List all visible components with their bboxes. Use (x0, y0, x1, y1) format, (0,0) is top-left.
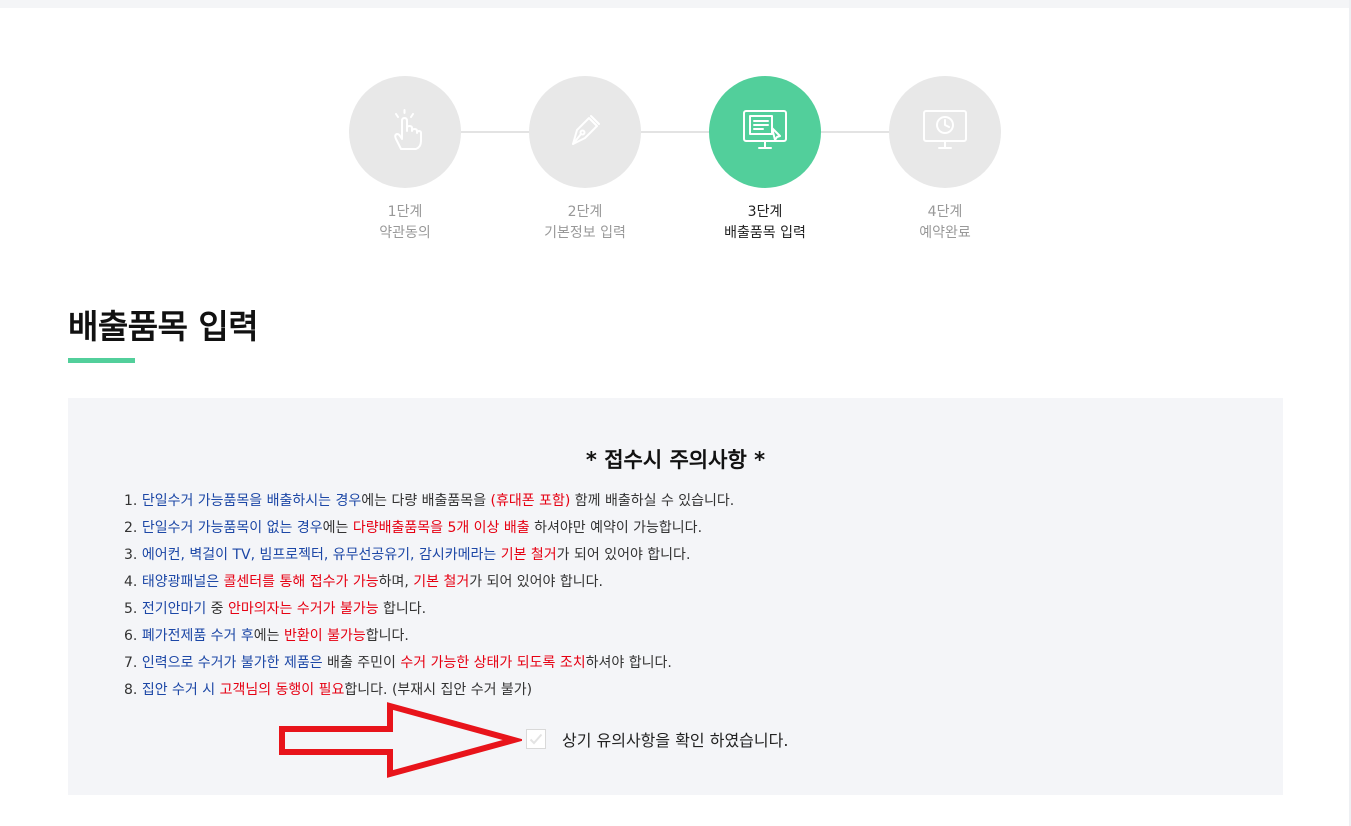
notice-item: 3. 에어컨, 벽걸이 TV, 빔프로젝터, 유무선공유기, 감시카메라는 기본… (124, 542, 734, 569)
notice-item-text: 하며, (378, 574, 414, 590)
step-2-number: 2단계 (567, 204, 603, 220)
title-underline (68, 358, 135, 363)
notice-item-text: 에어컨, 벽걸이 TV, 빔프로젝터, 유무선공유기, 감시카메라는 (141, 547, 497, 563)
notice-list: 1. 단일수거 가능품목을 배출하시는 경우에는 다량 배출품목을 (휴대폰 포… (124, 488, 734, 704)
notice-item-text: 태양광패널은 (141, 574, 220, 590)
notice-item-text: 중 (206, 601, 228, 617)
step-1-label: 약관동의 (379, 225, 431, 241)
step-4-number: 4단계 (927, 204, 963, 220)
step-3: 3단계 배출품목 입력 (695, 76, 835, 244)
monitor-form-icon (741, 108, 789, 156)
stepper-connector-line (405, 131, 945, 133)
notice-item-text: 6. (124, 628, 142, 644)
check-icon (529, 733, 543, 745)
confirm-checkbox[interactable] (526, 729, 546, 749)
notice-item-text: 고객님의 동행이 필요 (219, 682, 345, 698)
notice-item-text: 집안 수거 시 (141, 682, 216, 698)
step-1-number: 1단계 (387, 204, 423, 220)
notice-item-text: 배출 주민이 (322, 655, 401, 671)
notice-item: 5. 전기안마기 중 안마의자는 수거가 불가능 합니다. (124, 596, 734, 623)
confirm-label: 상기 유의사항을 확인 하였습니다. (562, 731, 789, 750)
page-title: 배출품목 입력 (68, 307, 259, 346)
notice-item-text: 전기안마기 (141, 601, 207, 617)
notice-item-text: 단일수거 가능품목을 배출하시는 경우 (141, 493, 362, 509)
notice-item-text: 함께 배출하실 수 있습니다. (570, 493, 735, 509)
notice-item-text: 반환이 불가능 (283, 628, 366, 644)
step-2-label: 기본정보 입력 (544, 225, 626, 241)
step-3-label: 배출품목 입력 (724, 225, 806, 241)
notice-item: 2. 단일수거 가능품목이 없는 경우에는 다량배출품목을 5개 이상 배출 하… (124, 515, 734, 542)
notice-item-text: 다량배출품목을 5개 이상 배출 (352, 520, 530, 536)
pointing-hand-icon (385, 109, 425, 155)
progress-stepper: 1단계 약관동의 2단계 기본정보 입력 3단계 배출품목 입력 4단계 예약완… (0, 0, 1351, 260)
notice-item: 8. 집안 수거 시 고객님의 동행이 필요합니다. (부재시 집안 수거 불가… (124, 677, 734, 704)
red-arrow-icon (278, 702, 526, 782)
notice-item-text: 1. (124, 493, 142, 509)
step-2-circle (529, 76, 641, 188)
notice-item-text: 기본 철거 (500, 547, 557, 563)
notice-item-text: (휴대폰 포함) (490, 493, 571, 509)
notice-item-text: 가 되어 있어야 합니다. (556, 547, 691, 563)
step-4-circle (889, 76, 1001, 188)
notice-item-text: 8. (124, 682, 142, 698)
notice-item-text: 하셔야만 예약이 가능합니다. (529, 520, 703, 536)
notice-item-text: 합니다. (378, 601, 427, 617)
monitor-clock-icon (921, 108, 969, 156)
notice-item: 1. 단일수거 가능품목을 배출하시는 경우에는 다량 배출품목을 (휴대폰 포… (124, 488, 734, 515)
notice-item-text: 에는 (322, 520, 353, 536)
step-3-circle (709, 76, 821, 188)
notice-item-text: 하셔야 합니다. (585, 655, 672, 671)
notice-item-text: 폐가전제품 수거 후 (141, 628, 254, 644)
confirm-checkbox-row[interactable]: 상기 유의사항을 확인 하였습니다. (526, 727, 788, 751)
notice-item-text: 5. (124, 601, 142, 617)
notice-item-text: 인력으로 수거가 불가한 제품은 (141, 655, 323, 671)
step-2: 2단계 기본정보 입력 (515, 76, 655, 244)
notice-item-text: 콜센터를 통해 접수가 가능 (223, 574, 379, 590)
notice-item-text: 에는 (253, 628, 284, 644)
notice-heading: * 접수시 주의사항 * (585, 448, 766, 472)
notice-item-text: 수거 가능한 상태가 되도록 조치 (400, 655, 586, 671)
notice-item: 4. 태양광패널은 콜센터를 통해 접수가 가능하며, 기본 철거가 되어 있어… (124, 569, 734, 596)
notice-item-text: 7. (124, 655, 142, 671)
notice-item-text: 에는 다량 배출품목을 (361, 493, 491, 509)
notice-item-text: 합니다. (부재시 집안 수거 불가) (344, 682, 533, 698)
step-1-circle (349, 76, 461, 188)
step-4: 4단계 예약완료 (875, 76, 1015, 244)
notice-item: 6. 폐가전제품 수거 후에는 반환이 불가능합니다. (124, 623, 734, 650)
notice-item-text: 단일수거 가능품목이 없는 경우 (141, 520, 323, 536)
notice-item-text: 4. (124, 574, 142, 590)
step-4-label: 예약완료 (919, 225, 971, 241)
notice-item-text: 기본 철거 (413, 574, 470, 590)
notice-item: 7. 인력으로 수거가 불가한 제품은 배출 주민이 수거 가능한 상태가 되도… (124, 650, 734, 677)
notice-box: * 접수시 주의사항 * 1. 단일수거 가능품목을 배출하시는 경우에는 다량… (68, 398, 1283, 795)
step-1: 1단계 약관동의 (335, 76, 475, 244)
pen-nib-icon (565, 110, 605, 154)
notice-item-text: 3. (124, 547, 142, 563)
notice-item-text: 가 되어 있어야 합니다. (469, 574, 603, 590)
notice-item-text: 안마의자는 수거가 불가능 (228, 601, 379, 617)
notice-item-text: 2. (124, 520, 142, 536)
notice-item-text: 합니다. (365, 628, 409, 644)
step-3-number: 3단계 (747, 204, 783, 220)
